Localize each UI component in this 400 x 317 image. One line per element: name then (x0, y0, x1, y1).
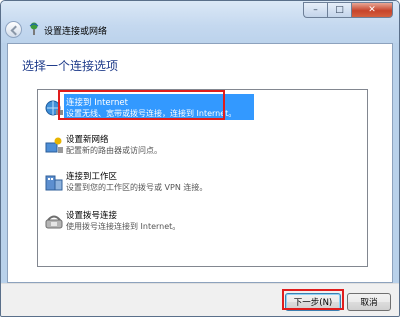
caption-buttons: – □ ✕ (303, 2, 393, 18)
maximize-button[interactable]: □ (327, 2, 351, 18)
network-setup-icon (29, 22, 39, 35)
setup-connection-window: 设置连接或网络 – □ ✕ 选择一个连接选项 连接到 Internet 设置无线… (0, 0, 400, 317)
option-description: 使用拨号连接连接到 Internet。 (66, 222, 181, 231)
option-title: 连接到工作区 (66, 172, 118, 182)
highlight-box-internet-option (58, 90, 225, 120)
option-description: 配置新的路由器或访问点。 (66, 146, 162, 155)
option-dialup[interactable]: 设置拨号连接 使用拨号连接连接到 Internet。 (42, 207, 364, 235)
option-new-network[interactable]: 设置新网络 配置新的路由器或访问点。 (42, 131, 364, 159)
page-heading: 选择一个连接选项 (22, 59, 119, 73)
new-network-icon (45, 137, 63, 153)
window-title: 设置连接或网络 (44, 27, 108, 37)
workplace-icon (45, 175, 63, 191)
highlight-box-next-button (282, 289, 344, 310)
option-title: 设置拨号连接 (66, 211, 118, 221)
option-title: 设置新网络 (66, 135, 109, 145)
cancel-button[interactable]: 取消 (347, 293, 391, 311)
title-bar: 设置连接或网络 – □ ✕ (1, 1, 399, 43)
dialup-phone-icon (45, 215, 63, 229)
option-connect-workplace[interactable]: 连接到工作区 设置到您的工作区的拨号或 VPN 连接。 (42, 168, 364, 196)
wizard-content: 选择一个连接选项 连接到 Internet 设置无线、宽带或拨号连接，连接到 I… (7, 43, 393, 283)
back-button[interactable] (5, 21, 22, 38)
close-button[interactable]: ✕ (351, 2, 393, 18)
minimize-button[interactable]: – (303, 2, 327, 18)
option-description: 设置到您的工作区的拨号或 VPN 连接。 (66, 183, 208, 192)
